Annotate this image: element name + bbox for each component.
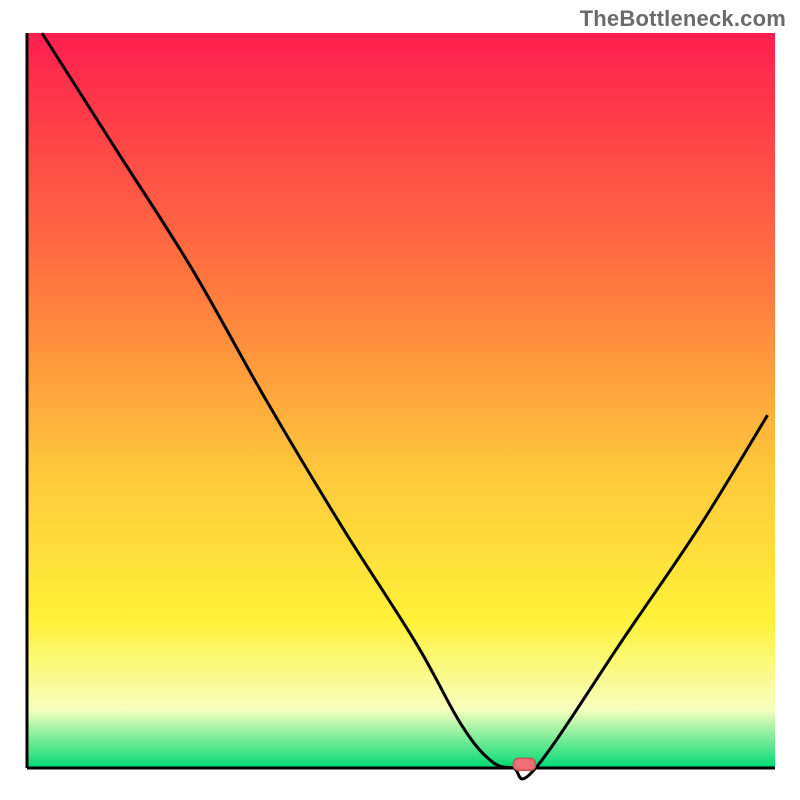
watermark-text: TheBottleneck.com [580, 6, 786, 32]
bottleneck-marker [513, 758, 535, 770]
plot-background [27, 33, 775, 768]
bottleneck-chart [0, 0, 800, 800]
chart-container: { "watermark": "TheBottleneck.com", "cha… [0, 0, 800, 800]
